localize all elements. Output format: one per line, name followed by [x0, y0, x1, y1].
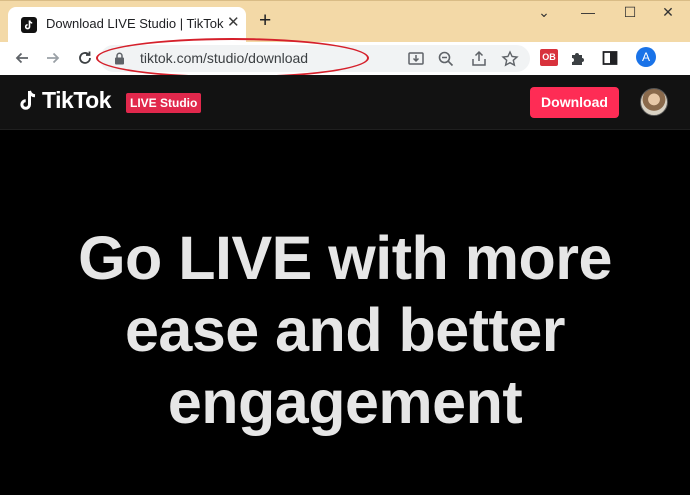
- zoom-icon[interactable]: [436, 49, 456, 69]
- tiktok-logo-icon[interactable]: [19, 89, 39, 118]
- install-app-icon[interactable]: [406, 49, 426, 69]
- close-window-button[interactable]: ✕: [648, 4, 688, 24]
- side-panel-icon[interactable]: [601, 47, 623, 69]
- brand-name[interactable]: TikTok: [42, 87, 112, 114]
- browser-tab[interactable]: Download LIVE Studio | TikTok ✕: [8, 7, 246, 44]
- new-tab-button[interactable]: +: [259, 10, 271, 31]
- url-text[interactable]: tiktok.com/studio/download: [140, 50, 308, 66]
- hero-line: engagement: [167, 368, 523, 436]
- back-arrow-icon[interactable]: [11, 47, 33, 69]
- browser-toolbar: tiktok.com/studio/download: [0, 42, 690, 107]
- tiktok-favicon-icon: [21, 17, 37, 33]
- hero-line: ease and better: [124, 296, 566, 364]
- bookmark-star-icon[interactable]: [500, 49, 520, 69]
- minimize-button[interactable]: —: [568, 4, 608, 24]
- hero-heading: Go LIVE with more ease and better engage…: [0, 222, 690, 438]
- ob-extension-icon[interactable]: OB: [540, 49, 558, 66]
- user-avatar[interactable]: [640, 88, 668, 116]
- hero-line: Go LIVE with more: [78, 224, 612, 292]
- address-bar[interactable]: tiktok.com/studio/download: [100, 45, 530, 72]
- tab-title: Download LIVE Studio | TikTok: [46, 16, 224, 31]
- share-icon[interactable]: [469, 49, 489, 69]
- download-button[interactable]: Download: [530, 87, 619, 118]
- reload-icon[interactable]: [74, 47, 96, 69]
- lock-icon[interactable]: [114, 52, 125, 70]
- maximize-button[interactable]: ☐: [610, 4, 650, 24]
- tab-search-icon[interactable]: ⌄: [524, 4, 564, 24]
- forward-arrow-icon[interactable]: [42, 47, 64, 69]
- live-studio-badge: LIVE Studio: [126, 93, 202, 113]
- site-header: TikTok LIVE Studio Download: [0, 75, 690, 130]
- close-tab-icon[interactable]: ✕: [227, 15, 240, 31]
- profile-avatar[interactable]: A: [636, 47, 656, 67]
- tab-strip: Download LIVE Studio | TikTok ✕ + ⌄ — ☐ …: [0, 0, 690, 44]
- extensions-puzzle-icon[interactable]: [569, 47, 591, 69]
